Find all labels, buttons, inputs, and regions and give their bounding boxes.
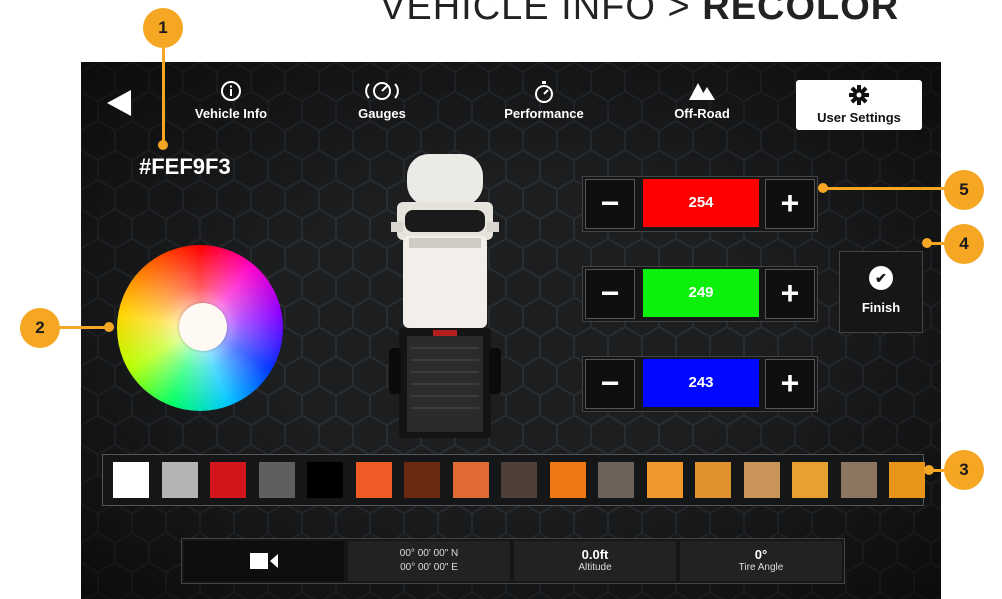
hex-color-value: #FEF9F3 bbox=[139, 154, 231, 179]
page-title-prefix: VEHICLE INFO > bbox=[380, 0, 703, 28]
color-swatch[interactable] bbox=[113, 462, 149, 498]
callout-dot bbox=[818, 183, 828, 193]
gauge-icon bbox=[327, 80, 437, 106]
color-swatch[interactable] bbox=[161, 462, 198, 498]
color-swatch[interactable] bbox=[549, 462, 586, 498]
altitude-readout: 0.0ft Altitude bbox=[514, 541, 676, 581]
callout-dot bbox=[922, 238, 932, 248]
callout-2: 2 bbox=[20, 308, 60, 348]
nav-label: Performance bbox=[504, 106, 584, 121]
page-title: VEHICLE INFO > RECOLOR bbox=[380, 0, 980, 29]
callout-1: 1 bbox=[143, 8, 183, 48]
color-swatch-bar bbox=[102, 454, 925, 506]
camera-button[interactable] bbox=[184, 541, 344, 581]
nav-off-road[interactable]: Off-Road bbox=[647, 80, 757, 121]
color-swatch[interactable] bbox=[792, 462, 828, 498]
color-swatch[interactable] bbox=[889, 462, 925, 498]
gps-coordinates: 00° 00' 00" N 00° 00' 00" E bbox=[348, 541, 510, 581]
color-swatch[interactable] bbox=[695, 462, 731, 498]
nav-vehicle-info[interactable]: Vehicle Info bbox=[176, 80, 286, 121]
callout-dot bbox=[104, 322, 114, 332]
green-stepper: − 249 + bbox=[582, 266, 818, 322]
green-decrement-button[interactable]: − bbox=[585, 269, 635, 319]
gear-icon bbox=[796, 84, 922, 110]
color-swatch[interactable] bbox=[210, 462, 246, 498]
blue-stepper: − 243 + bbox=[582, 356, 818, 412]
nav-label: Vehicle Info bbox=[194, 106, 268, 121]
page-title-bold: RECOLOR bbox=[702, 0, 900, 28]
back-arrow-icon[interactable] bbox=[105, 88, 135, 118]
check-icon: ✔ bbox=[869, 266, 893, 290]
longitude: 00° 00' 00" E bbox=[400, 562, 458, 573]
red-value[interactable]: 254 bbox=[643, 179, 759, 227]
green-increment-button[interactable]: + bbox=[765, 269, 815, 319]
color-swatch[interactable] bbox=[307, 462, 343, 498]
callout-dot bbox=[158, 140, 168, 150]
color-swatch[interactable] bbox=[840, 462, 877, 498]
red-stepper: − 254 + bbox=[582, 176, 818, 232]
color-swatch[interactable] bbox=[743, 462, 780, 498]
latitude: 00° 00' 00" N bbox=[399, 548, 459, 559]
blue-decrement-button[interactable]: − bbox=[585, 359, 635, 409]
green-value[interactable]: 249 bbox=[643, 269, 759, 317]
callout-4: 4 bbox=[944, 224, 984, 264]
red-decrement-button[interactable]: − bbox=[585, 179, 635, 229]
truck-preview bbox=[389, 154, 501, 438]
callout-5: 5 bbox=[944, 170, 984, 210]
color-wheel-selector[interactable] bbox=[179, 303, 227, 351]
user-settings-label: User Settings bbox=[817, 110, 901, 125]
color-swatch[interactable] bbox=[501, 462, 537, 498]
color-swatch[interactable] bbox=[646, 462, 683, 498]
blue-increment-button[interactable]: + bbox=[765, 359, 815, 409]
red-increment-button[interactable]: + bbox=[765, 179, 815, 229]
user-settings-button[interactable]: User Settings bbox=[796, 80, 922, 130]
finish-label: Finish bbox=[861, 300, 901, 315]
nav-label: Gauges bbox=[358, 106, 406, 121]
callout-dot bbox=[924, 465, 934, 475]
tire-angle-readout: 0° Tire Angle bbox=[680, 541, 842, 581]
nav-label: Off-Road bbox=[674, 106, 730, 121]
color-swatch[interactable] bbox=[598, 462, 634, 498]
color-swatch[interactable] bbox=[404, 462, 440, 498]
info-icon bbox=[176, 80, 286, 106]
tire-angle-label: Tire Angle bbox=[738, 562, 784, 573]
color-swatch[interactable] bbox=[355, 462, 392, 498]
color-swatch[interactable] bbox=[258, 462, 295, 498]
tire-angle-value: 0° bbox=[754, 547, 768, 562]
altitude-value: 0.0ft bbox=[581, 547, 609, 562]
color-swatch[interactable] bbox=[452, 462, 489, 498]
app-screen: Vehicle Info Gauges Performance Off-Road… bbox=[81, 62, 941, 599]
finish-button[interactable]: ✔ Finish bbox=[839, 251, 923, 333]
callout-3: 3 bbox=[944, 450, 984, 490]
nav-gauges[interactable]: Gauges bbox=[327, 80, 437, 121]
altitude-label: Altitude bbox=[578, 562, 612, 573]
status-bar: 00° 00' 00" N 00° 00' 00" E 0.0ft Altitu… bbox=[181, 538, 845, 584]
camera-icon bbox=[250, 553, 278, 569]
mountain-icon bbox=[647, 80, 757, 106]
stopwatch-icon bbox=[489, 80, 599, 106]
blue-value[interactable]: 243 bbox=[643, 359, 759, 407]
nav-performance[interactable]: Performance bbox=[489, 80, 599, 121]
